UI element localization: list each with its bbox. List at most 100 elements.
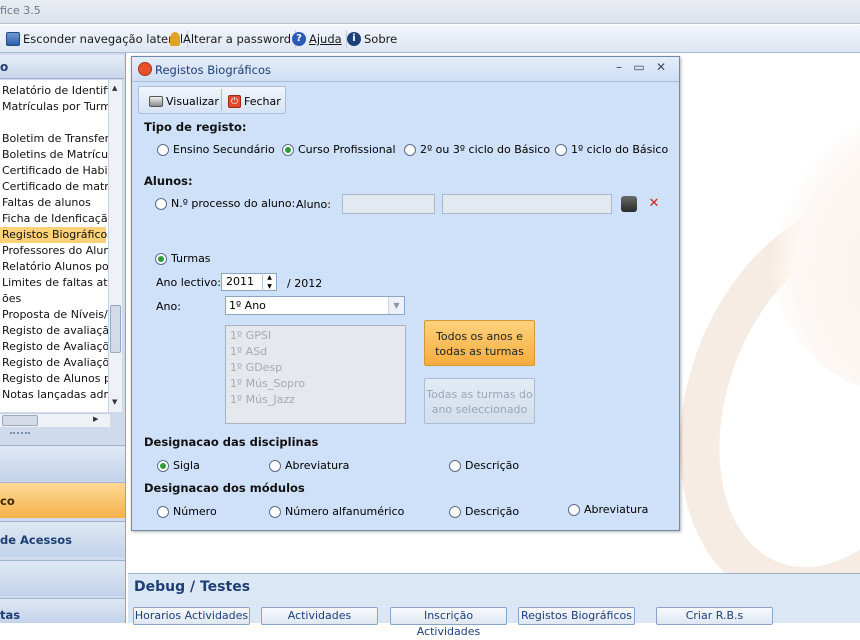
ano-lectivo-end: / 2012 [287,277,323,290]
list-item[interactable]: 1º Mús_Jazz [230,392,401,408]
chevron-down-icon[interactable]: ▼ [388,297,404,314]
scroll-up-icon[interactable]: ▲ [112,84,117,92]
about-button[interactable]: i Sobre [347,30,401,48]
aluno-name-input[interactable] [442,194,612,214]
radio-curso-profissional[interactable]: Curso Profissional [282,143,396,156]
list-item[interactable]: Matrículas por Turm [2,99,110,115]
dialog-title: Registos Biográficos [155,63,272,77]
ano-lectivo-spinner[interactable]: ▲ ▼ [262,273,276,291]
ano-lectivo-label: Ano lectivo: [156,276,221,289]
clear-selection-icon[interactable]: ✕ [646,196,662,212]
close-icon[interactable]: ✕ [652,60,670,78]
sidebar-section-button-acessos[interactable]: de Acessos [0,521,125,557]
scroll-thumb-h[interactable] [2,415,38,426]
debug-panel-title: Debug / Testes [134,579,251,595]
dialog-toolbar: Visualizar ⏻ Fechar [138,86,286,114]
list-item[interactable]: 1º Mús_Sopro [230,376,401,392]
app-logo-icon [138,62,152,76]
debug-panel: Debug / Testes Horarios Actividades Acti… [128,573,860,638]
list-item[interactable]: Relatório Alunos po [2,259,109,275]
list-item[interactable]: Relatório de Identifi [2,83,110,99]
radio-modulo-descricao[interactable]: Descrição [449,505,519,518]
list-item[interactable]: Registo de avaliaçã [2,323,109,339]
sidebar-report-list: Relatório de Identifi Matrículas por Tur… [0,80,110,412]
ano-label: Ano: [156,300,181,313]
scroll-right-icon[interactable]: ▶ [93,415,98,423]
sidebar-section-button[interactable] [0,445,125,481]
list-item[interactable]: Professores do Aluno [2,243,110,259]
list-item[interactable]: Registo de Avaliaçõe [2,339,110,355]
radio-modulo-abreviatura[interactable]: Abreviatura [568,503,648,516]
maximize-icon[interactable]: ▭ [630,60,648,78]
tipo-registo-heading: Tipo de registo: [144,120,247,134]
radio-modulo-alfanumerico[interactable]: Número alfanumérico [269,505,404,518]
about-label: Sobre [364,32,398,46]
list-item[interactable]: Ficha de Idenficação [2,211,110,227]
list-item[interactable]: 1º GDesp [230,360,401,376]
sidebar-section-button-active[interactable]: co [0,482,125,518]
help-icon: ? [292,32,306,46]
scroll-down-icon[interactable]: ▼ [112,398,117,406]
radio-ciclo-basico-1[interactable]: 1º ciclo do Básico [555,143,668,156]
list-item[interactable]: Faltas de alunos [2,195,91,211]
turmas-listbox[interactable]: 1º GPSI 1º ASd 1º GDesp 1º Mús_Sopro 1º … [225,325,406,424]
list-item[interactable]: ões [2,291,21,307]
radio-disciplina-abreviatura[interactable]: Abreviatura [269,459,349,472]
modulos-heading: Designacao dos módulos [144,481,305,495]
list-item[interactable]: Proposta de Níveis/C [2,307,110,323]
fechar-button[interactable]: ⏻ Fechar [228,92,281,110]
list-item[interactable]: Boletim de Transferê [2,131,110,147]
change-password-button[interactable]: Alterar a password [170,30,297,48]
app-title-bar: fice 3.5 [0,0,860,24]
info-icon: i [347,32,361,46]
criar-rbs-button[interactable]: Criar R.B.s [656,607,773,625]
list-item[interactable]: Limites de faltas atin [2,275,110,291]
change-password-label: Alterar a password [183,32,292,46]
radio-modulo-numero[interactable]: Número [157,505,217,518]
minimize-icon[interactable]: – [610,60,628,78]
actividades-button[interactable]: Actividades [261,607,378,625]
registos-biograficos-button[interactable]: Registos Biográficos [518,607,635,625]
sidebar-section-button[interactable]: tas [0,598,125,623]
sidebar-header: o [0,55,124,79]
radio-turmas[interactable]: Turmas [155,252,211,265]
toggle-nav-button[interactable]: Esconder navegação lateral [6,30,189,48]
spin-down-icon[interactable]: ▼ [263,282,276,291]
radio-disciplina-descricao[interactable]: Descrição [449,459,519,472]
sidebar-section-button[interactable] [0,560,125,596]
sidebar-toggle-icon [6,32,20,46]
aluno-label: Aluno: [296,198,331,211]
radio-ciclo-basico-2-3[interactable]: 2º ou 3º ciclo do Básico [404,143,550,156]
ano-select[interactable]: 1º Ano [225,296,405,315]
list-item[interactable]: Certificado de matrí [2,179,110,195]
list-item[interactable]: Boletins de Matrícula [2,147,110,163]
dialog-title-bar: Registos Biográficos – ▭ ✕ [132,57,679,82]
list-item[interactable]: 1º GPSI [230,328,401,344]
spin-up-icon[interactable]: ▲ [263,273,276,282]
power-icon: ⏻ [228,94,241,108]
list-item-selected[interactable]: Registos Biográficos [0,227,110,243]
list-item[interactable]: Registo de Alunos p [2,371,110,387]
sidebar-vertical-scrollbar[interactable]: ▲ ▼ [108,80,122,412]
app-title: fice 3.5 [0,4,41,17]
list-item[interactable]: Certificado de Habili [2,163,110,179]
sidebar-horizontal-scrollbar[interactable]: ▶ [0,413,110,427]
visualizar-button[interactable]: Visualizar [149,92,219,110]
radio-processo-aluno[interactable]: N.º processo do aluno: [155,197,295,210]
inscricao-actividades-button[interactable]: Inscrição Actividades [390,607,507,638]
alunos-heading: Alunos: [144,174,193,188]
horarios-actividades-button[interactable]: Horarios Actividades [133,607,250,625]
radio-disciplina-sigla[interactable]: Sigla [157,459,200,472]
scroll-thumb[interactable] [110,305,121,353]
turmas-ano-seleccionado-button[interactable]: Todas as turmas do ano seleccionado [424,378,535,424]
splitter-grip[interactable] [10,432,30,436]
radio-ensino-secundario[interactable]: Ensino Secundário [157,143,275,156]
list-item[interactable]: 1º ASd [230,344,401,360]
list-item[interactable]: Registo de Avaliaçõ [2,355,109,371]
printer-icon [149,95,163,107]
search-binoculars-icon[interactable] [621,196,637,212]
processo-input[interactable] [342,194,435,214]
list-item[interactable]: Notas lançadas adm [2,387,110,403]
help-button[interactable]: ? Ajuda [292,30,347,48]
todos-anos-turmas-button[interactable]: Todos os anos e todas as turmas [424,320,535,366]
